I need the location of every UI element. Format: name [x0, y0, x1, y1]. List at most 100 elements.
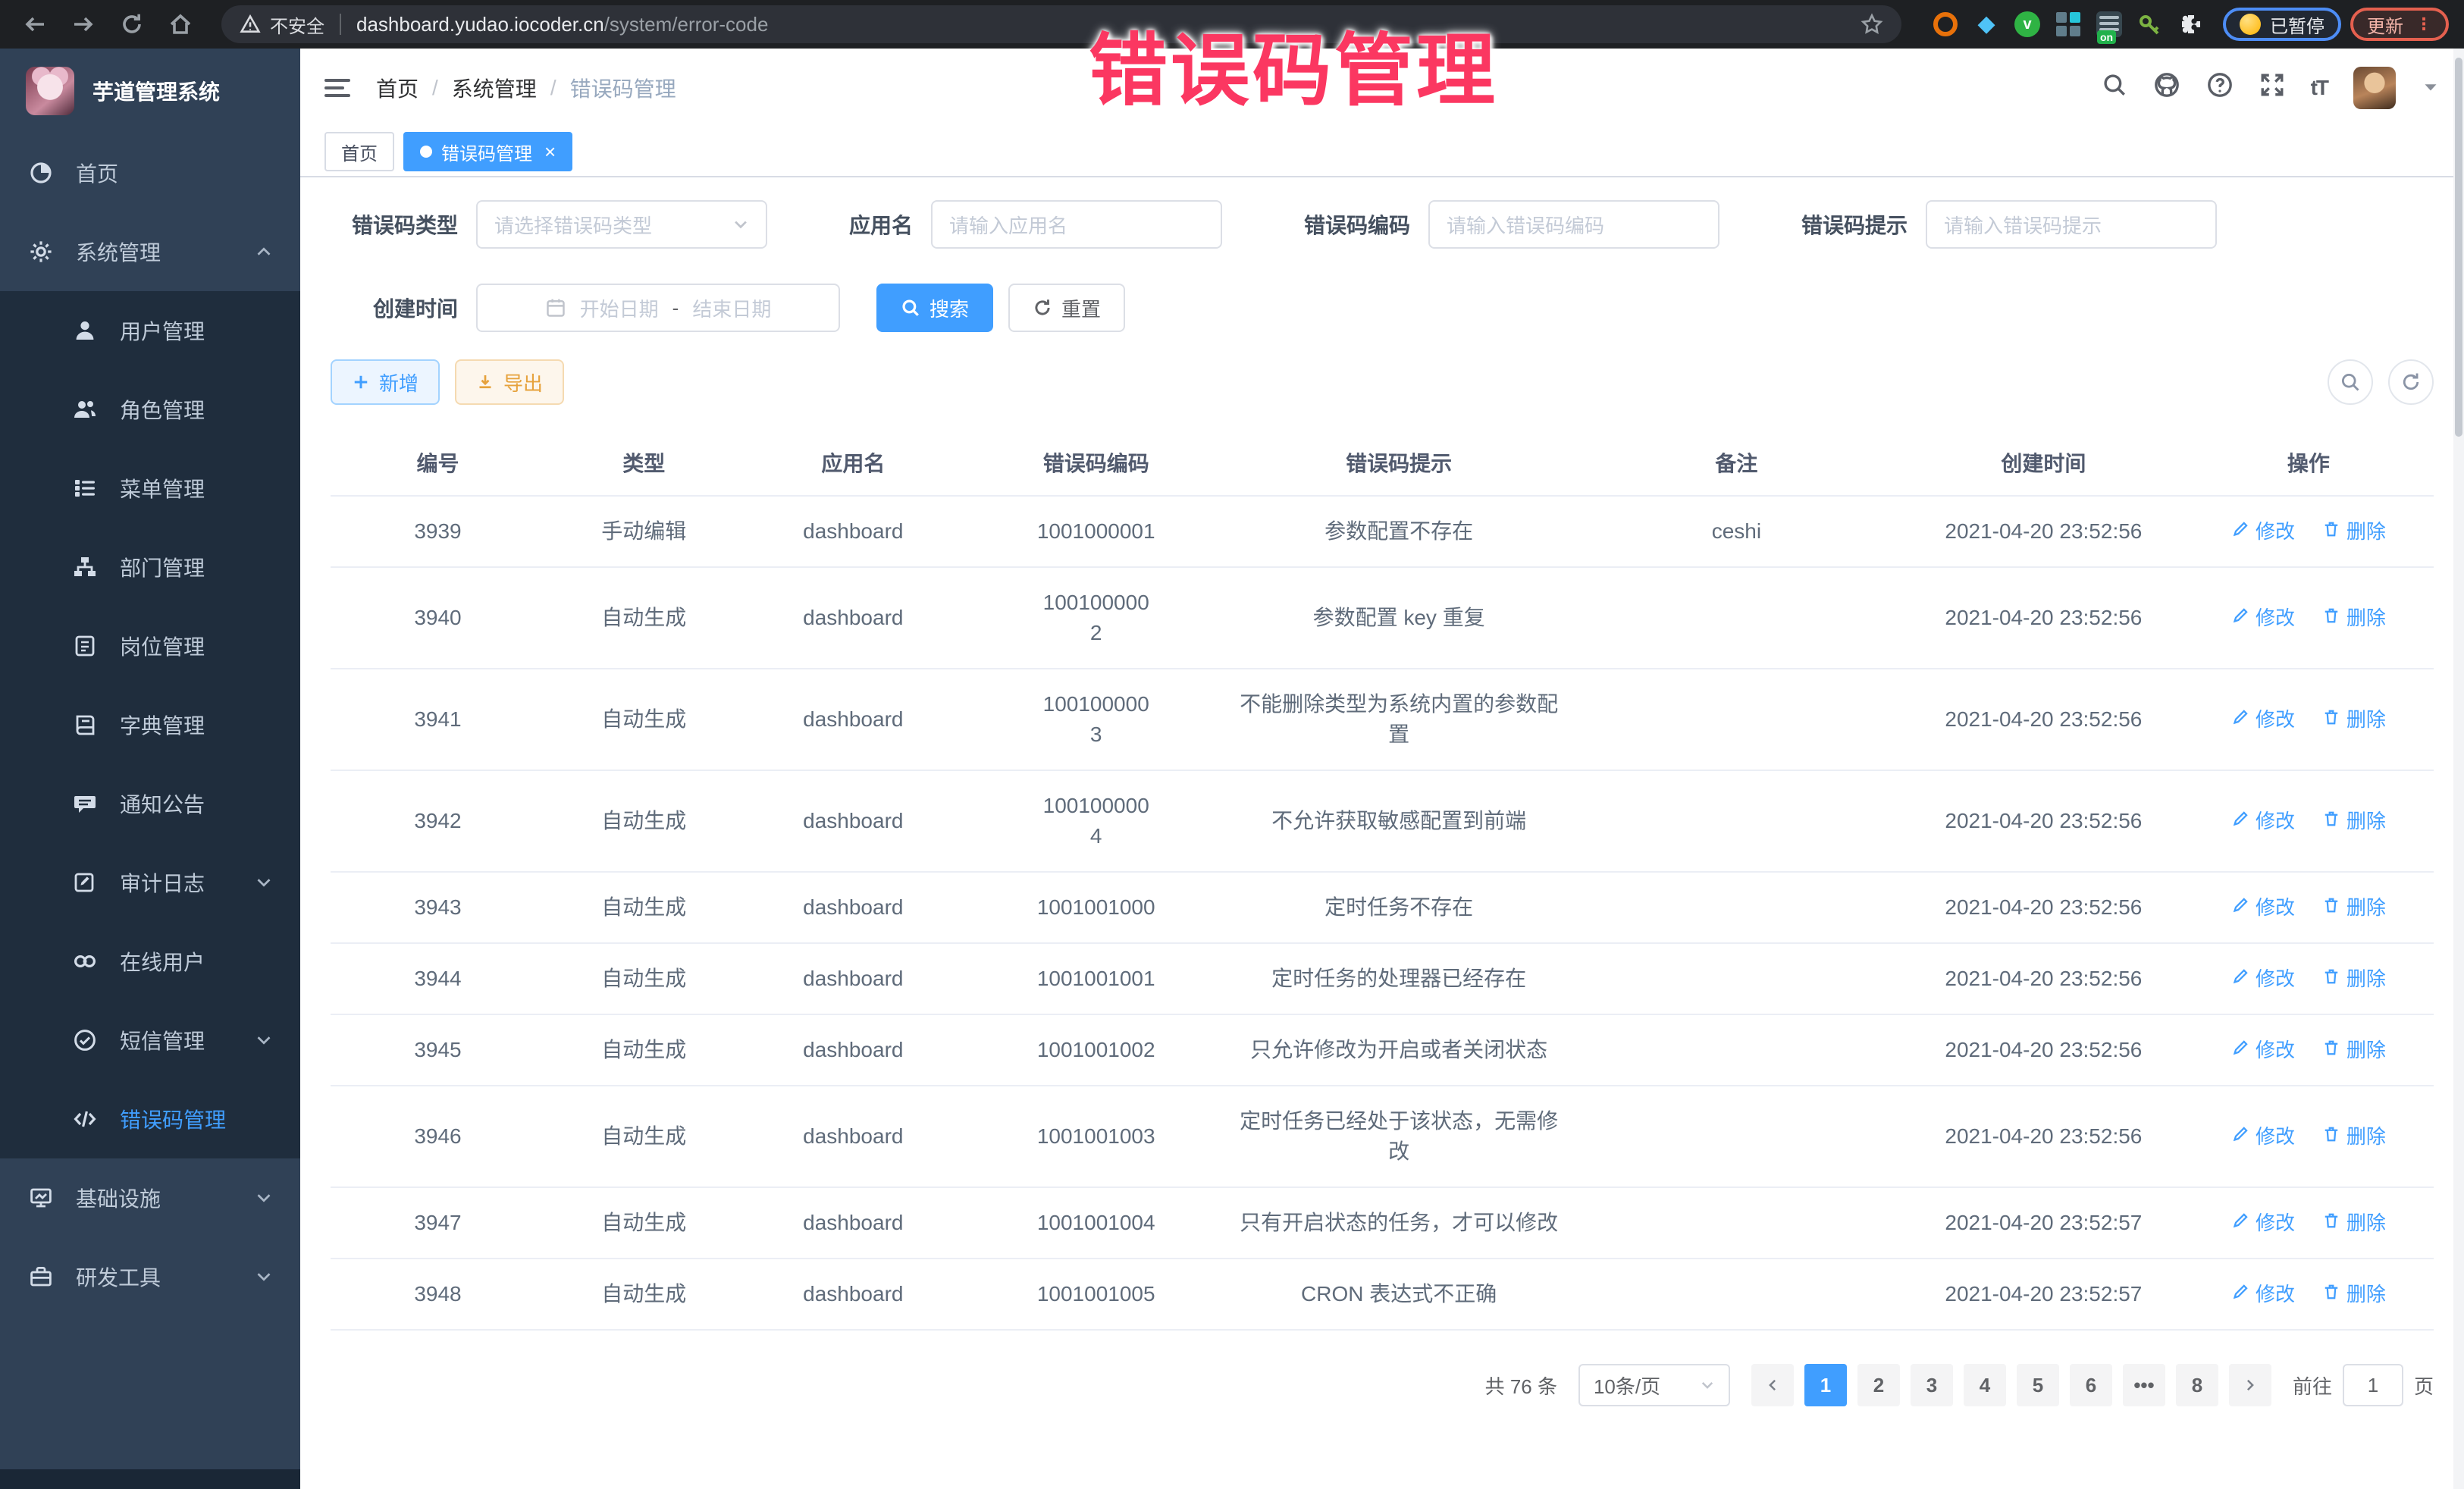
- browser-back-icon[interactable]: [15, 5, 55, 44]
- not-secure-label[interactable]: 不安全: [270, 11, 324, 38]
- error-hint-input[interactable]: 请输入错误码提示: [1926, 200, 2217, 249]
- page-button-page-6[interactable]: 6: [2070, 1364, 2112, 1406]
- browser-reload-icon[interactable]: [112, 5, 152, 44]
- header-search-icon[interactable]: [2102, 72, 2127, 104]
- export-button[interactable]: 导出: [455, 359, 564, 405]
- prev-page-button[interactable]: [1751, 1364, 1794, 1406]
- refresh-table-button[interactable]: [2388, 359, 2434, 405]
- page-button-page-2[interactable]: 2: [1857, 1364, 1900, 1406]
- goto-page-input[interactable]: [2343, 1364, 2403, 1406]
- pencil-icon: [2231, 516, 2249, 547]
- announcement-icon: [71, 792, 99, 816]
- sidebar-item-menu[interactable]: 菜单管理: [0, 449, 300, 528]
- extension-grid-icon[interactable]: [2055, 11, 2082, 38]
- sidebar-item-sms[interactable]: 短信管理: [0, 1001, 300, 1080]
- github-icon[interactable]: [2153, 71, 2180, 105]
- browser-update-button[interactable]: 更新 ⋮: [2350, 8, 2449, 41]
- sidebar-item-notice[interactable]: 通知公告: [0, 764, 300, 843]
- active-tab-dot-icon: [420, 146, 432, 158]
- scrollbar-thumb[interactable]: [2455, 58, 2462, 437]
- browser-menu-dots-icon[interactable]: ⋮: [2415, 16, 2432, 33]
- next-page-button[interactable]: [2229, 1364, 2271, 1406]
- bookmark-star-icon[interactable]: [1861, 13, 1883, 36]
- delete-link[interactable]: 删除: [2322, 704, 2386, 735]
- page-button-page-4[interactable]: 4: [1964, 1364, 2006, 1406]
- sidebar-item-user[interactable]: 用户管理: [0, 291, 300, 370]
- app-name-label: 应用名: [849, 209, 913, 240]
- page-button-page-ellipsis[interactable]: •••: [2123, 1364, 2165, 1406]
- fullscreen-icon[interactable]: [2259, 72, 2285, 104]
- date-range-picker[interactable]: 开始日期 - 结束日期: [476, 284, 840, 332]
- edit-link[interactable]: 修改: [2231, 964, 2295, 994]
- delete-link[interactable]: 删除: [2322, 1035, 2386, 1065]
- edit-link[interactable]: 修改: [2231, 892, 2295, 923]
- avatar-caret-down-icon[interactable]: [2422, 74, 2440, 102]
- delete-link[interactable]: 删除: [2322, 892, 2386, 923]
- extension-gem-icon[interactable]: ◆: [1973, 11, 2000, 38]
- reset-button[interactable]: 重置: [1008, 284, 1125, 332]
- sidebar-item-online-user[interactable]: 在线用户: [0, 922, 300, 1001]
- delete-link[interactable]: 删除: [2322, 603, 2386, 633]
- page-button-page-1[interactable]: 1: [1804, 1364, 1847, 1406]
- edit-link[interactable]: 修改: [2231, 603, 2295, 633]
- extension-tabs-on-icon[interactable]: on: [2096, 11, 2123, 38]
- breadcrumb-current: 错误码管理: [570, 73, 676, 103]
- tab-close-icon[interactable]: ×: [544, 142, 556, 161]
- hamburger-icon[interactable]: [324, 79, 350, 97]
- extensions-puzzle-icon[interactable]: [2177, 11, 2205, 38]
- sidebar-logo[interactable]: 芋道管理系统: [0, 49, 300, 133]
- edit-link[interactable]: 修改: [2231, 704, 2295, 735]
- extension-green-check-icon[interactable]: v: [2014, 11, 2041, 38]
- pagination-total: 共 76 条: [1485, 1371, 1557, 1400]
- edit-link[interactable]: 修改: [2231, 806, 2295, 836]
- edit-link[interactable]: 修改: [2231, 1121, 2295, 1152]
- sidebar-item-dict[interactable]: 字典管理: [0, 685, 300, 764]
- delete-link[interactable]: 删除: [2322, 1208, 2386, 1238]
- edit-link[interactable]: 修改: [2231, 1279, 2295, 1309]
- delete-link[interactable]: 删除: [2322, 1279, 2386, 1309]
- trash-icon: [2322, 516, 2340, 547]
- page-button-page-3[interactable]: 3: [1911, 1364, 1953, 1406]
- error-code-input[interactable]: 请输入错误码编码: [1428, 200, 1719, 249]
- app-name-input[interactable]: 请输入应用名: [931, 200, 1222, 249]
- tab-home[interactable]: 首页: [324, 132, 394, 171]
- font-size-icon[interactable]: tT: [2311, 76, 2328, 100]
- page-size-select[interactable]: 10条/页: [1578, 1364, 1730, 1406]
- add-button[interactable]: 新增: [331, 359, 440, 405]
- sidebar-item-dept[interactable]: 部门管理: [0, 528, 300, 607]
- delete-link[interactable]: 删除: [2322, 964, 2386, 994]
- delete-link[interactable]: 删除: [2322, 516, 2386, 547]
- sidebar-item-post[interactable]: 岗位管理: [0, 607, 300, 685]
- breadcrumb-system[interactable]: 系统管理: [452, 73, 537, 103]
- tab-error-code[interactable]: 错误码管理 ×: [403, 132, 572, 171]
- table-row: 3948 自动生成 dashboard 1001001005 CRON 表达式不…: [331, 1259, 2434, 1330]
- edit-link[interactable]: 修改: [2231, 1208, 2295, 1238]
- edit-link[interactable]: 修改: [2231, 516, 2295, 547]
- toggle-search-button[interactable]: [2328, 359, 2373, 405]
- extension-orange-icon[interactable]: [1932, 11, 1959, 38]
- sidebar-item-dev-tools[interactable]: 研发工具: [0, 1237, 300, 1316]
- breadcrumb-home[interactable]: 首页: [376, 73, 419, 103]
- extension-key-icon[interactable]: [2136, 11, 2164, 38]
- error-type-select[interactable]: 请选择错误码类型: [476, 200, 767, 249]
- sidebar-item-home[interactable]: 首页: [0, 133, 300, 212]
- user-avatar[interactable]: [2353, 67, 2396, 109]
- sidebar-item-infra[interactable]: 基础设施: [0, 1158, 300, 1237]
- page-scrollbar[interactable]: [2453, 49, 2464, 1489]
- page-button-page-8[interactable]: 8: [2176, 1364, 2218, 1406]
- search-button[interactable]: 搜索: [876, 284, 993, 332]
- browser-home-icon[interactable]: [161, 5, 200, 44]
- sidebar-item-role[interactable]: 角色管理: [0, 370, 300, 449]
- sidebar-item-system[interactable]: 系统管理: [0, 212, 300, 291]
- help-icon[interactable]: [2206, 71, 2234, 105]
- table-row: 3944 自动生成 dashboard 1001001001 定时任务的处理器已…: [331, 943, 2434, 1014]
- sidebar-item-error-code[interactable]: 错误码管理: [0, 1080, 300, 1158]
- sidebar-item-audit-log[interactable]: 审计日志: [0, 843, 300, 922]
- delete-link[interactable]: 删除: [2322, 1121, 2386, 1152]
- address-bar[interactable]: 不安全 dashboard.yudao.iocoder.cn/system/er…: [221, 5, 1901, 43]
- page-button-page-5[interactable]: 5: [2017, 1364, 2059, 1406]
- edit-link[interactable]: 修改: [2231, 1035, 2295, 1065]
- profile-paused-badge[interactable]: 已暂停: [2223, 8, 2341, 41]
- delete-link[interactable]: 删除: [2322, 806, 2386, 836]
- browser-forward-icon[interactable]: [64, 5, 103, 44]
